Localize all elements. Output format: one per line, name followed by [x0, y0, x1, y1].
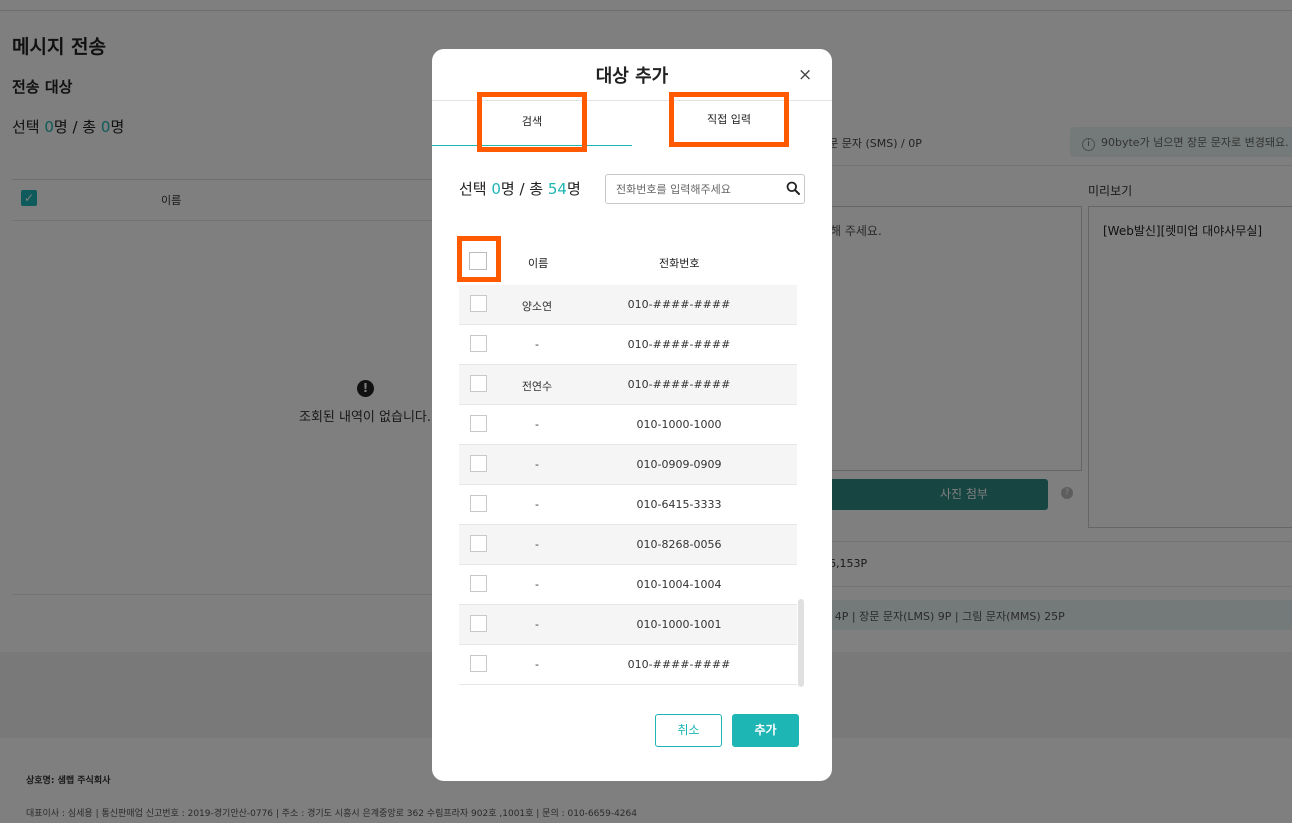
table-row[interactable]: - 010-8268-0056 — [459, 525, 797, 565]
table-row[interactable]: 전연수 010-####-#### — [459, 365, 797, 405]
row-name: 전연수 — [521, 380, 553, 393]
row-name: - — [535, 618, 539, 631]
row-checkbox[interactable] — [470, 415, 487, 432]
row-name: - — [535, 338, 539, 351]
cancel-button[interactable]: 취소 — [655, 714, 722, 747]
add-target-modal: 대상 추가 × 검색 직접 입력 선택 0명 / 총 54명 이름 전화번호 양… — [432, 49, 832, 781]
row-checkbox[interactable] — [470, 615, 487, 632]
row-checkbox[interactable] — [470, 535, 487, 552]
column-header-name: 이름 — [528, 257, 549, 270]
row-name: - — [535, 498, 539, 511]
table-row[interactable]: 양소연 010-####-#### — [459, 285, 797, 325]
row-name: - — [535, 658, 539, 671]
row-phone: 010-####-#### — [627, 298, 731, 311]
row-phone: 010-####-#### — [627, 658, 731, 671]
row-phone: 010-6415-3333 — [636, 498, 722, 511]
selection-prefix: 선택 — [459, 180, 492, 198]
tab-direct-input[interactable]: 직접 입력 — [669, 92, 789, 147]
table-row[interactable]: - 010-####-#### — [459, 325, 797, 365]
row-checkbox[interactable] — [470, 495, 487, 512]
contact-list: 양소연 010-####-#### - 010-####-#### 전연수 01… — [459, 285, 797, 685]
row-checkbox[interactable] — [470, 655, 487, 672]
table-row[interactable]: - 010-1000-1000 — [459, 405, 797, 445]
selection-middle: 명 / 총 — [500, 180, 548, 198]
selected-count: 0 — [491, 180, 501, 198]
row-name: - — [535, 578, 539, 591]
row-checkbox[interactable] — [470, 335, 487, 352]
modal-selection-count: 선택 0명 / 총 54명 — [459, 178, 581, 199]
add-button[interactable]: 추가 — [732, 714, 799, 747]
table-row[interactable]: - 010-####-#### — [459, 645, 797, 685]
table-row[interactable]: - 010-6415-3333 — [459, 485, 797, 525]
select-all-checkbox[interactable] — [469, 252, 487, 270]
row-name: - — [535, 458, 539, 471]
row-name: - — [535, 418, 539, 431]
total-count: 54 — [547, 180, 567, 198]
row-phone: 010-8268-0056 — [636, 538, 722, 551]
row-checkbox[interactable] — [470, 455, 487, 472]
modal-title: 대상 추가 — [595, 66, 669, 87]
row-phone: 010-0909-0909 — [636, 458, 722, 471]
table-row[interactable]: - 010-1000-1001 — [459, 605, 797, 645]
row-phone: 010-####-#### — [627, 338, 731, 351]
search-icon[interactable] — [786, 181, 800, 195]
row-checkbox[interactable] — [470, 575, 487, 592]
tab-search[interactable]: 검색 — [477, 92, 587, 152]
row-checkbox[interactable] — [470, 295, 487, 312]
table-row[interactable]: - 010-1004-1004 — [459, 565, 797, 605]
row-phone: 010-1000-1001 — [636, 618, 722, 631]
row-phone: 010-####-#### — [627, 378, 731, 391]
row-phone: 010-1000-1000 — [636, 418, 722, 431]
row-name: - — [535, 538, 539, 551]
column-header-phone: 전화번호 — [659, 257, 700, 270]
selection-suffix: 명 — [566, 180, 581, 198]
list-scrollbar[interactable] — [798, 599, 804, 687]
row-phone: 010-1004-1004 — [636, 578, 722, 591]
row-name: 양소연 — [521, 300, 553, 313]
close-icon[interactable]: × — [798, 65, 812, 85]
phone-search-box — [605, 174, 805, 204]
row-checkbox[interactable] — [470, 375, 487, 392]
table-row[interactable]: - 010-0909-0909 — [459, 445, 797, 485]
phone-search-input[interactable] — [616, 181, 776, 197]
